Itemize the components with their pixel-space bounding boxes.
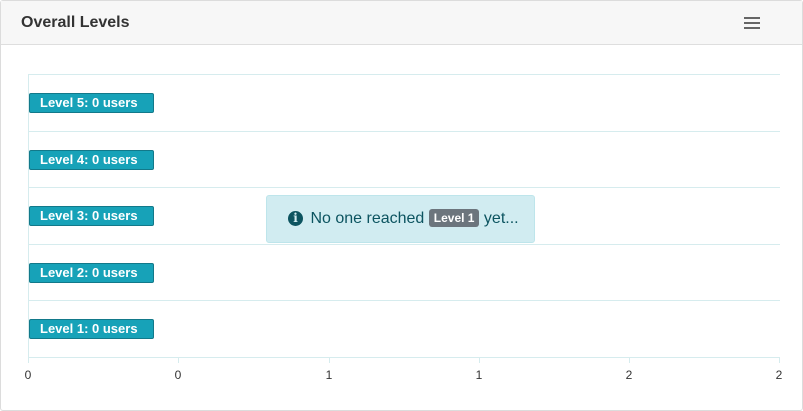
level-5-badge: Level 5: 0 users — [29, 93, 154, 113]
level-1-inline-badge: Level 1 — [428, 209, 480, 227]
x-tick — [779, 357, 780, 363]
card-header: Overall Levels — [1, 1, 802, 45]
x-tick — [329, 357, 330, 363]
level-4-badge: Level 4: 0 users — [29, 150, 154, 170]
gridline — [28, 300, 780, 301]
x-tick-label: 1 — [475, 368, 483, 382]
x-tick-label: 0 — [24, 368, 32, 382]
alert-text-after: yet... — [483, 210, 519, 227]
level-2-badge: Level 2: 0 users — [29, 263, 154, 283]
no-level-reached-alert: i No one reached Level 1 yet... — [266, 195, 535, 243]
x-tick-label: 1 — [325, 368, 333, 382]
x-tick — [629, 357, 630, 363]
x-tick — [28, 357, 29, 363]
x-tick — [479, 357, 480, 363]
gridline — [28, 131, 780, 132]
gridline — [28, 74, 780, 75]
x-axis-line — [28, 357, 780, 358]
x-tick — [178, 357, 179, 363]
x-tick-label: 2 — [775, 368, 783, 382]
hamburger-menu-icon[interactable] — [744, 17, 760, 29]
card-title: Overall Levels — [21, 14, 130, 31]
gridline — [28, 187, 780, 188]
x-tick-label: 2 — [625, 368, 633, 382]
level-3-badge: Level 3: 0 users — [29, 206, 154, 226]
gridline — [28, 244, 780, 245]
x-tick-label: 0 — [174, 368, 182, 382]
level-1-badge: Level 1: 0 users — [29, 319, 154, 339]
info-circle-icon: i — [288, 211, 303, 226]
alert-text-before: No one reached — [310, 210, 425, 227]
